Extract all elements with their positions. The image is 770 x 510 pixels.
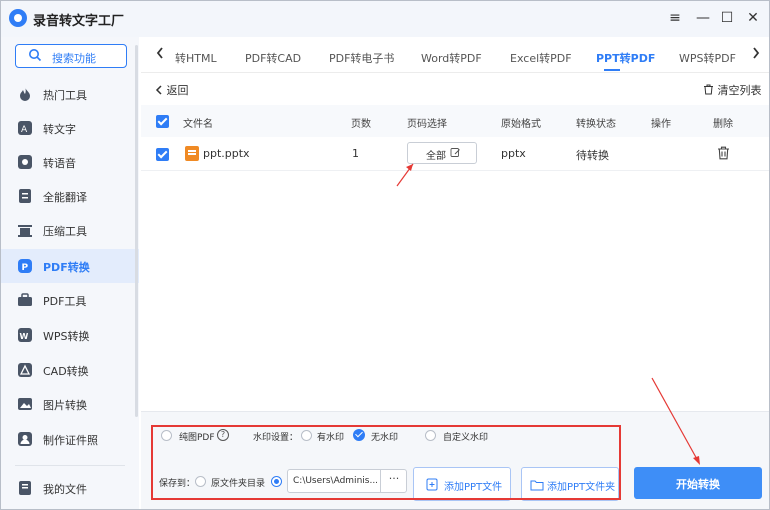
sidebar-item-hot-tools[interactable]: 热门工具 xyxy=(1,77,139,111)
active-tab-indicator xyxy=(604,69,620,71)
tab-bar: 转HTML PDF转CAD PDF转电子书 Word转PDF Excel转PDF… xyxy=(141,37,769,73)
tab-word-to-pdf[interactable]: Word转PDF xyxy=(421,50,482,66)
sidebar-divider xyxy=(15,465,125,466)
search-icon xyxy=(29,49,42,62)
minimize-icon[interactable]: — xyxy=(691,7,715,29)
start-conversion-button[interactable]: 开始转换 xyxy=(634,467,762,499)
menu-icon[interactable]: ≡ xyxy=(663,7,687,29)
tab-scroll-left-icon[interactable] xyxy=(153,45,167,63)
pptx-file-icon xyxy=(185,146,199,161)
conversion-settings-panel: 纯图PDF ? 水印设置： 有水印 无水印 自定义水印 保存到： 原文件夹目录 … xyxy=(141,411,769,509)
clear-list-label: 清空列表 xyxy=(717,84,762,97)
text-convert-icon: A xyxy=(18,121,32,135)
sidebar-item-wps-convert[interactable]: W WPS转换 xyxy=(1,318,139,352)
back-label: 返回 xyxy=(166,84,189,97)
tab-ppt-to-pdf[interactable]: PPT转PDF xyxy=(596,50,655,66)
app-logo-icon xyxy=(9,9,27,27)
sidebar-item-label: 压缩工具 xyxy=(43,225,87,238)
svg-text:W: W xyxy=(20,332,29,341)
sidebar-scrollbar[interactable] xyxy=(135,45,138,417)
row-pages: 1 xyxy=(352,147,359,160)
close-icon[interactable]: ✕ xyxy=(741,7,765,29)
sidebar-item-label: 热门工具 xyxy=(43,89,87,102)
sidebar-item-pdf-tools[interactable]: PDF工具 xyxy=(1,283,139,317)
page-select-button[interactable]: 全部 xyxy=(407,142,477,164)
sidebar-item-label: 全能翻译 xyxy=(43,191,87,204)
clear-list-button[interactable]: 清空列表 xyxy=(703,82,762,98)
sidebar-item-label: 转文字 xyxy=(43,123,76,136)
col-delete: 删除 xyxy=(713,119,733,130)
sidebar-item-to-text[interactable]: A 转文字 xyxy=(1,111,139,145)
page-select-label: 全部 xyxy=(426,151,446,162)
sidebar-item-label: PDF转换 xyxy=(43,261,90,274)
sidebar-item-label: 转语音 xyxy=(43,157,76,170)
col-pages: 页数 xyxy=(351,119,371,130)
sidebar-item-label: PDF工具 xyxy=(43,295,87,308)
tab-pdf-to-ebook[interactable]: PDF转电子书 xyxy=(329,50,394,66)
row-format: pptx xyxy=(501,147,526,160)
app-window: 录音转文字工厂 ≡ — ☐ ✕ 搜索功能 热门工具 A 转文字 转语音 全能翻译… xyxy=(0,0,770,510)
main-panel: 转HTML PDF转CAD PDF转电子书 Word转PDF Excel转PDF… xyxy=(141,37,769,509)
sidebar-item-translate[interactable]: 全能翻译 xyxy=(1,179,139,213)
sidebar-item-my-files[interactable]: 我的文件 xyxy=(1,471,139,505)
delete-row-icon[interactable] xyxy=(717,146,730,160)
sidebar-item-label: 我的文件 xyxy=(43,483,87,496)
col-actions: 操作 xyxy=(651,119,671,130)
sidebar-item-to-voice[interactable]: 转语音 xyxy=(1,145,139,179)
translate-icon xyxy=(19,189,31,203)
sidebar-item-pdf-convert[interactable]: P PDF转换 xyxy=(1,249,139,283)
tab-pdf-to-cad[interactable]: PDF转CAD xyxy=(245,50,301,66)
select-all-checkbox[interactable] xyxy=(156,115,169,128)
search-button[interactable]: 搜索功能 xyxy=(15,44,127,68)
id-photo-icon xyxy=(18,432,32,446)
sidebar-item-cad-convert[interactable]: CAD转换 xyxy=(1,353,139,387)
svg-text:A: A xyxy=(21,125,28,135)
sidebar: 搜索功能 热门工具 A 转文字 转语音 全能翻译 压缩工具 P PDF转换 PD xyxy=(1,37,139,509)
start-conversion-label: 开始转换 xyxy=(676,478,720,491)
col-filename: 文件名 xyxy=(183,119,213,130)
row-filename: ppt.pptx xyxy=(203,147,250,160)
sidebar-item-label: 制作证件照 xyxy=(43,434,98,447)
table-header: 文件名 页数 页码选择 原始格式 转换状态 操作 删除 xyxy=(141,105,769,137)
tab-excel-to-pdf[interactable]: Excel转PDF xyxy=(510,50,572,66)
table-row: ppt.pptx 1 全部 pptx 待转换 xyxy=(141,137,769,171)
maximize-icon[interactable]: ☐ xyxy=(715,7,739,29)
svg-text:P: P xyxy=(22,263,29,273)
flame-icon xyxy=(20,87,30,101)
row-checkbox[interactable] xyxy=(156,148,169,161)
tab-wps-to-pdf[interactable]: WPS转PDF xyxy=(679,50,736,66)
edit-icon xyxy=(450,148,460,157)
col-page-select: 页码选择 xyxy=(407,119,447,130)
wps-icon: W xyxy=(18,328,32,342)
back-arrow-icon xyxy=(155,85,162,95)
sidebar-item-compress[interactable]: 压缩工具 xyxy=(1,213,139,247)
search-label: 搜索功能 xyxy=(52,52,96,65)
sidebar-item-label: CAD转换 xyxy=(43,365,89,378)
app-title: 录音转文字工厂 xyxy=(33,14,125,29)
back-button[interactable]: 返回 xyxy=(155,82,189,98)
row-status: 待转换 xyxy=(576,149,609,162)
cad-icon xyxy=(18,363,32,377)
sidebar-item-image-convert[interactable]: 图片转换 xyxy=(1,387,139,421)
tab-scroll-right-icon[interactable] xyxy=(749,45,763,63)
sidebar-item-label: 图片转换 xyxy=(43,399,87,412)
settings-highlight-box xyxy=(151,425,621,500)
toolbox-icon xyxy=(18,293,32,306)
col-format: 原始格式 xyxy=(501,119,541,130)
trash-icon xyxy=(704,84,713,95)
sidebar-item-id-photo[interactable]: 制作证件照 xyxy=(1,422,139,456)
col-status: 转换状态 xyxy=(576,119,616,130)
pdf-convert-icon: P xyxy=(18,259,32,273)
sidebar-item-label: WPS转换 xyxy=(43,330,90,343)
compress-icon xyxy=(18,225,32,237)
folder-icon xyxy=(19,481,31,495)
voice-icon xyxy=(18,155,32,169)
tab-to-html[interactable]: 转HTML xyxy=(175,50,217,66)
image-icon xyxy=(18,398,32,410)
title-bar: 录音转文字工厂 ≡ — ☐ ✕ xyxy=(1,1,769,37)
